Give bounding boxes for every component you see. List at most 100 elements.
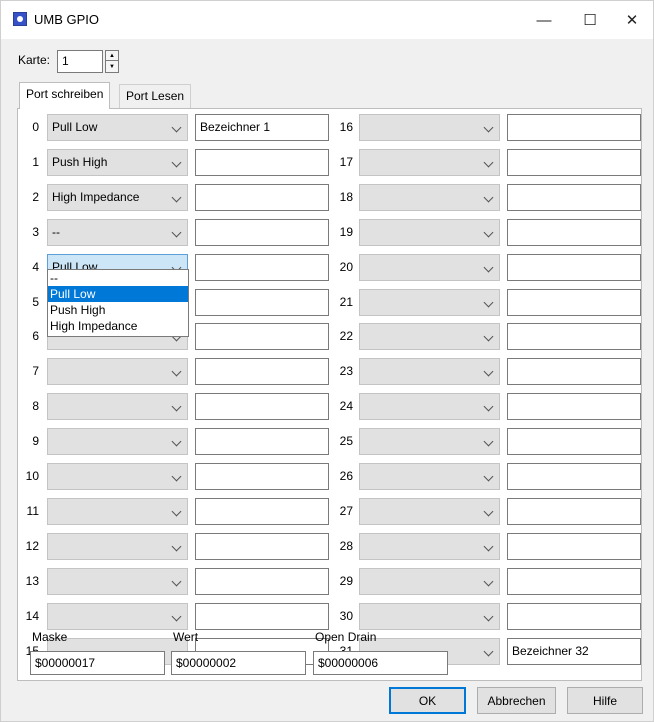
- port-name-input[interactable]: [195, 323, 329, 350]
- port-name-input[interactable]: [507, 149, 641, 176]
- chevron-down-icon: [171, 401, 182, 412]
- port-name-input[interactable]: [507, 603, 641, 630]
- port-name-input[interactable]: [507, 323, 641, 350]
- port-name-input[interactable]: [507, 393, 641, 420]
- mode-dropdown-list[interactable]: -- Pull Low Push High High Impedance: [47, 269, 189, 337]
- port-name-input[interactable]: [507, 254, 641, 281]
- maske-input[interactable]: $00000017: [30, 651, 165, 675]
- port-name-input[interactable]: [195, 184, 329, 211]
- port-number: 21: [339, 295, 353, 309]
- port-mode-combo[interactable]: [359, 498, 500, 525]
- dropdown-option[interactable]: High Impedance: [48, 318, 188, 334]
- port-mode-combo[interactable]: [359, 323, 500, 350]
- port-mode-combo[interactable]: High Impedance: [47, 184, 188, 211]
- port-mode-combo[interactable]: [359, 289, 500, 316]
- port-number: 26: [339, 469, 353, 483]
- port-name-input[interactable]: [507, 289, 641, 316]
- karte-spinner[interactable]: ▲ ▼: [105, 50, 119, 73]
- ok-button[interactable]: OK: [389, 687, 466, 714]
- karte-label: Karte:: [18, 53, 51, 67]
- port-number: 25: [339, 434, 353, 448]
- port-number: 24: [339, 399, 353, 413]
- port-name-input[interactable]: [507, 428, 641, 455]
- dropdown-option[interactable]: Push High: [48, 302, 188, 318]
- spin-down-icon[interactable]: ▼: [106, 62, 118, 72]
- port-name-input[interactable]: [507, 463, 641, 490]
- minimize-button[interactable]: —: [521, 1, 567, 39]
- port-mode-combo[interactable]: Pull Low: [47, 114, 188, 141]
- wert-input[interactable]: $00000002: [171, 651, 306, 675]
- port-name-input[interactable]: [195, 428, 329, 455]
- cancel-button[interactable]: Abbrechen: [477, 687, 556, 714]
- port-mode-combo[interactable]: [359, 533, 500, 560]
- port-mode-combo[interactable]: [359, 114, 500, 141]
- dialog-window: UMB GPIO — ☐ ✕ Karte: 1 ▲ ▼ Port schreib…: [0, 0, 654, 722]
- port-mode-combo[interactable]: [359, 358, 500, 385]
- port-name-input[interactable]: [195, 568, 329, 595]
- port-mode-combo[interactable]: [47, 358, 188, 385]
- port-number: 1: [32, 155, 39, 169]
- port-number: 12: [25, 539, 39, 553]
- port-number: 11: [26, 504, 39, 518]
- port-name-input[interactable]: [507, 358, 641, 385]
- chevron-down-icon: [171, 366, 182, 377]
- port-mode-combo[interactable]: [47, 498, 188, 525]
- port-number: 2: [32, 190, 39, 204]
- spin-up-icon[interactable]: ▲: [106, 51, 118, 61]
- port-mode-combo[interactable]: [359, 393, 500, 420]
- port-name-input[interactable]: [195, 498, 329, 525]
- chevron-down-icon: [483, 471, 494, 482]
- port-mode-combo[interactable]: [359, 219, 500, 246]
- dropdown-option[interactable]: --: [48, 270, 188, 286]
- dropdown-option[interactable]: Pull Low: [48, 286, 188, 302]
- chevron-down-icon: [483, 646, 494, 657]
- port-mode-combo[interactable]: [359, 463, 500, 490]
- port-mode-combo[interactable]: --: [47, 219, 188, 246]
- help-button[interactable]: Hilfe: [567, 687, 643, 714]
- port-name-input[interactable]: [507, 184, 641, 211]
- port-name-input[interactable]: [195, 533, 329, 560]
- chevron-down-icon: [483, 262, 494, 273]
- maximize-button[interactable]: ☐: [567, 1, 613, 39]
- port-mode-combo[interactable]: [359, 149, 500, 176]
- open-drain-input[interactable]: $00000006: [313, 651, 448, 675]
- port-name-input[interactable]: [195, 219, 329, 246]
- port-name-input[interactable]: [195, 289, 329, 316]
- port-name-input[interactable]: [195, 463, 329, 490]
- port-name-input[interactable]: [195, 358, 329, 385]
- port-mode-combo[interactable]: [47, 428, 188, 455]
- port-name-input[interactable]: [507, 568, 641, 595]
- port-name-input[interactable]: [507, 533, 641, 560]
- port-mode-combo[interactable]: [359, 428, 500, 455]
- tab-port-lesen[interactable]: Port Lesen: [119, 84, 192, 108]
- chevron-down-icon: [171, 157, 182, 168]
- chevron-down-icon: [483, 192, 494, 203]
- port-mode-combo[interactable]: [359, 254, 500, 281]
- karte-input[interactable]: 1: [57, 50, 103, 73]
- port-name-input[interactable]: [195, 393, 329, 420]
- port-name-input[interactable]: [195, 254, 329, 281]
- title-bar: UMB GPIO — ☐ ✕: [1, 1, 653, 39]
- port-mode-combo[interactable]: [359, 603, 500, 630]
- port-mode-combo[interactable]: [47, 533, 188, 560]
- port-mode-combo[interactable]: Push High: [47, 149, 188, 176]
- port-name-input[interactable]: [507, 114, 641, 141]
- tab-port-schreiben[interactable]: Port schreiben: [19, 82, 111, 109]
- window-title: UMB GPIO: [34, 12, 100, 27]
- port-mode-combo[interactable]: [47, 463, 188, 490]
- port-mode-combo[interactable]: [47, 568, 188, 595]
- port-mode-combo[interactable]: [47, 603, 188, 630]
- port-name-input[interactable]: [507, 498, 641, 525]
- port-name-input[interactable]: Bezeichner 32: [507, 638, 641, 665]
- port-name-input[interactable]: Bezeichner 1: [195, 114, 329, 141]
- port-number: 6: [32, 329, 39, 343]
- port-name-input[interactable]: [507, 219, 641, 246]
- chevron-down-icon: [171, 611, 182, 622]
- port-name-input[interactable]: [195, 149, 329, 176]
- port-mode-combo[interactable]: [359, 568, 500, 595]
- port-mode-combo[interactable]: [47, 393, 188, 420]
- chevron-down-icon: [483, 611, 494, 622]
- port-name-input[interactable]: [195, 603, 329, 630]
- port-mode-combo[interactable]: [359, 184, 500, 211]
- close-button[interactable]: ✕: [609, 1, 654, 39]
